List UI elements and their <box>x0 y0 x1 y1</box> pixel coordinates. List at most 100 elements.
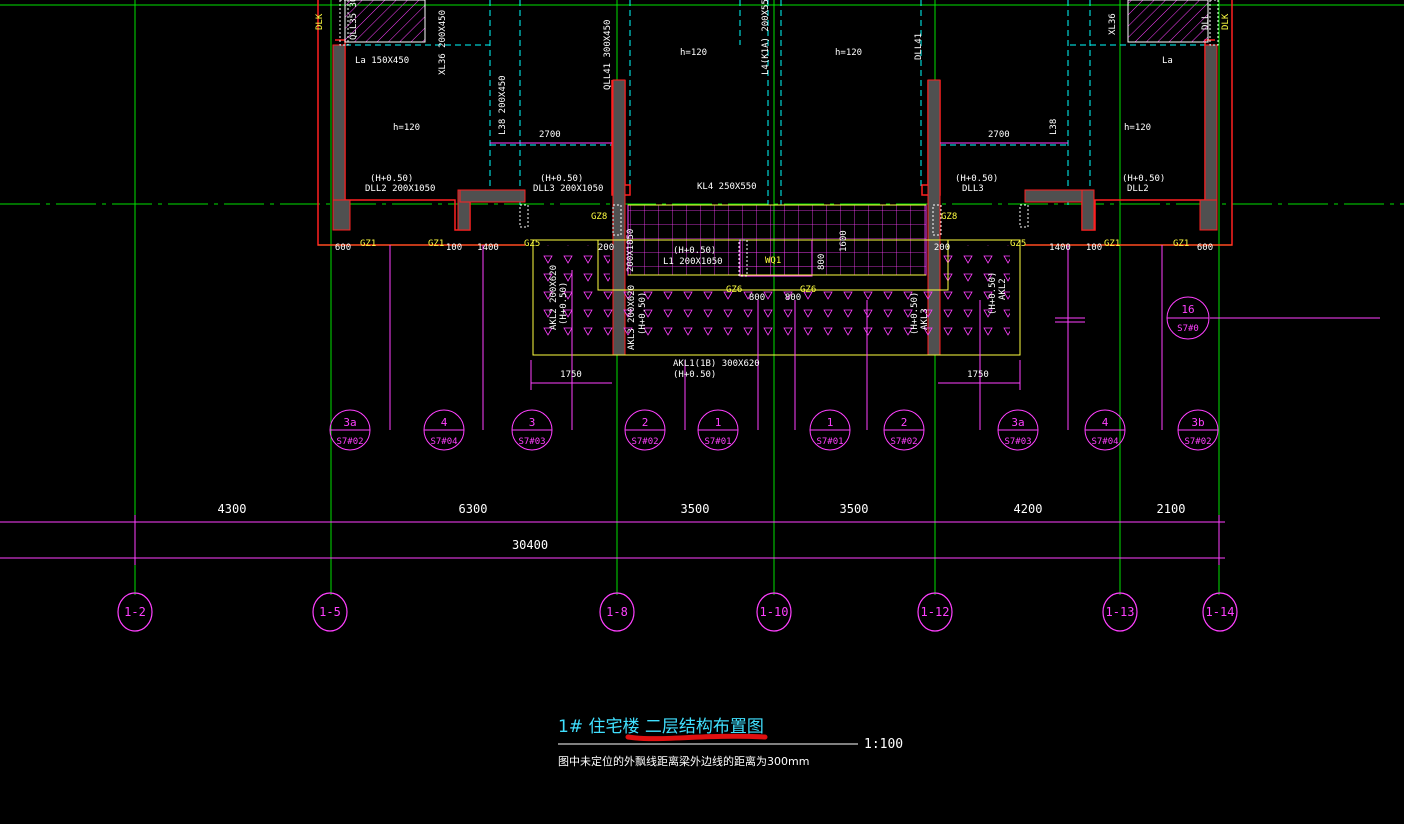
slab-thickness: h=120 <box>393 123 420 133</box>
detail-number: 16 <box>1181 303 1194 316</box>
dimension-text: 1750 <box>560 370 582 380</box>
column-tag: GZ1 <box>1173 239 1189 249</box>
span-dimension: 2100 <box>1157 502 1186 516</box>
total-dimension: 30400 <box>512 538 548 552</box>
detail-sheet: S7#03 <box>518 437 545 447</box>
beam-label: 200X1050 <box>626 229 636 272</box>
column-tag: GZ1 <box>360 239 376 249</box>
dimension-text: 800 <box>817 254 827 270</box>
hatch-block-right <box>1127 0 1209 43</box>
beam-elevation: (H+0.50) <box>673 370 716 380</box>
beam-elevation: (H+0.50) <box>1122 174 1165 184</box>
dimension-text: 800 <box>749 293 765 303</box>
beam-label: AKL3 200X620 <box>627 285 637 350</box>
axis-label: 1-13 <box>1106 605 1135 619</box>
beam-label: XL36 <box>1108 13 1118 35</box>
column-tag: GZ6 <box>800 285 816 295</box>
dimension-text: 1600 <box>839 230 849 252</box>
span-dimension: 3500 <box>840 502 869 516</box>
detail-sheet: S7#02 <box>890 437 917 447</box>
detail-number: 3b <box>1191 416 1204 429</box>
red-brush-mark <box>625 733 768 742</box>
beam-elevation: (H+0.50) <box>638 292 648 335</box>
beam-elevation: (H+0.50) <box>988 272 998 315</box>
beam-label: DLK <box>315 13 325 30</box>
column-tag: GZ8 <box>941 212 957 222</box>
detail-number: 3a <box>343 416 356 429</box>
column-tag: GZ1 <box>1104 239 1120 249</box>
dimension-text: 1400 <box>1049 243 1071 253</box>
beam-dashed-lines <box>345 0 1205 205</box>
detail-sheet: S7#0 <box>1177 324 1199 334</box>
beam-label: L1 200X1050 <box>663 257 723 267</box>
beam-label: QLL35 300 <box>349 0 359 40</box>
detail-number: 4 <box>441 416 448 429</box>
dimension-text: 1400 <box>477 243 499 253</box>
beam-label: AKL3 <box>920 308 930 330</box>
axis-label: 1-12 <box>921 605 950 619</box>
beam-elevation: (H+0.50) <box>955 174 998 184</box>
dimension-text: 1750 <box>967 370 989 380</box>
span-dimension: 3500 <box>681 502 710 516</box>
beam-label: DLL2 200X1050 <box>365 184 435 194</box>
dimension-text: 100 <box>1086 243 1102 253</box>
beam-elevation: (H+0.50) <box>559 282 569 325</box>
detail-sheet: S7#02 <box>336 437 363 447</box>
detail-number: 3 <box>529 416 536 429</box>
column-tag: GZ1 <box>428 239 444 249</box>
beam-label: DLL3 <box>962 184 984 194</box>
wall-tag: WQ1 <box>765 256 781 266</box>
beam-elevation: (H+0.50) <box>540 174 583 184</box>
beam-label: L38 <box>1049 119 1059 135</box>
beam-label: KL4 250X550 <box>697 182 757 192</box>
span-dimension: 4300 <box>218 502 247 516</box>
column-tag: GZ5 <box>1010 239 1026 249</box>
detail-sheet: S7#03 <box>1004 437 1031 447</box>
dimension-text: 800 <box>785 293 801 303</box>
drawing-scale: 1:100 <box>864 737 903 752</box>
dimension-text: 200 <box>934 243 950 253</box>
span-dimension: 4200 <box>1014 502 1043 516</box>
detail-sheet: S7#01 <box>816 437 843 447</box>
dimension-text: 2700 <box>539 130 561 140</box>
beam-elevation: (H+0.50) <box>910 292 920 335</box>
drawing-note: 图中未定位的外飘线距离梁外边线的距离为300mm <box>558 754 809 768</box>
slab-thickness: h=120 <box>680 48 707 58</box>
axis-label: 1-14 <box>1206 605 1235 619</box>
axis-label: 1-5 <box>319 605 341 619</box>
detail-number: 2 <box>901 416 908 429</box>
dimension-text: 600 <box>335 243 351 253</box>
detail-sheet: S7#04 <box>1091 437 1118 447</box>
detail-sheet: S7#02 <box>631 437 658 447</box>
beam-label: QLL41 300X450 <box>603 20 613 90</box>
detail-number: 4 <box>1102 416 1109 429</box>
beam-label: AKL2 <box>998 278 1008 300</box>
detail-sheet: S7#01 <box>704 437 731 447</box>
dimension-text: 100 <box>446 243 462 253</box>
slab-thickness: h=120 <box>835 48 862 58</box>
beam-label: DLL41 <box>914 33 924 60</box>
detail-number: 3a <box>1011 416 1024 429</box>
dimension-text: 200 <box>598 243 614 253</box>
column-tag: GZ5 <box>524 239 540 249</box>
dimension-text: 600 <box>1197 243 1213 253</box>
beam-label: L38 200X450 <box>498 75 508 135</box>
beam-label: La <box>1162 56 1173 66</box>
column-tag: GZ8 <box>591 212 607 222</box>
slab-thickness: h=120 <box>1124 123 1151 133</box>
beam-label: DLL2 <box>1127 184 1149 194</box>
beam-label: AKL2 200X620 <box>549 265 559 330</box>
beam-label: DLK <box>1221 13 1231 30</box>
detail-number: 1 <box>715 416 722 429</box>
axis-label: 1-8 <box>606 605 628 619</box>
axis-label: 1-10 <box>760 605 789 619</box>
column-tag: GZ6 <box>726 285 742 295</box>
beam-label: La 150X450 <box>355 56 409 66</box>
beam-label: DLL3 200X1050 <box>533 184 603 194</box>
detail-sheet: S7#02 <box>1184 437 1211 447</box>
axis-bubbles <box>117 592 1238 632</box>
span-dimension: 6300 <box>459 502 488 516</box>
detail-number: 2 <box>642 416 649 429</box>
detail-number: 1 <box>827 416 834 429</box>
beam-label: AKL1(1B) 300X620 <box>673 359 760 369</box>
